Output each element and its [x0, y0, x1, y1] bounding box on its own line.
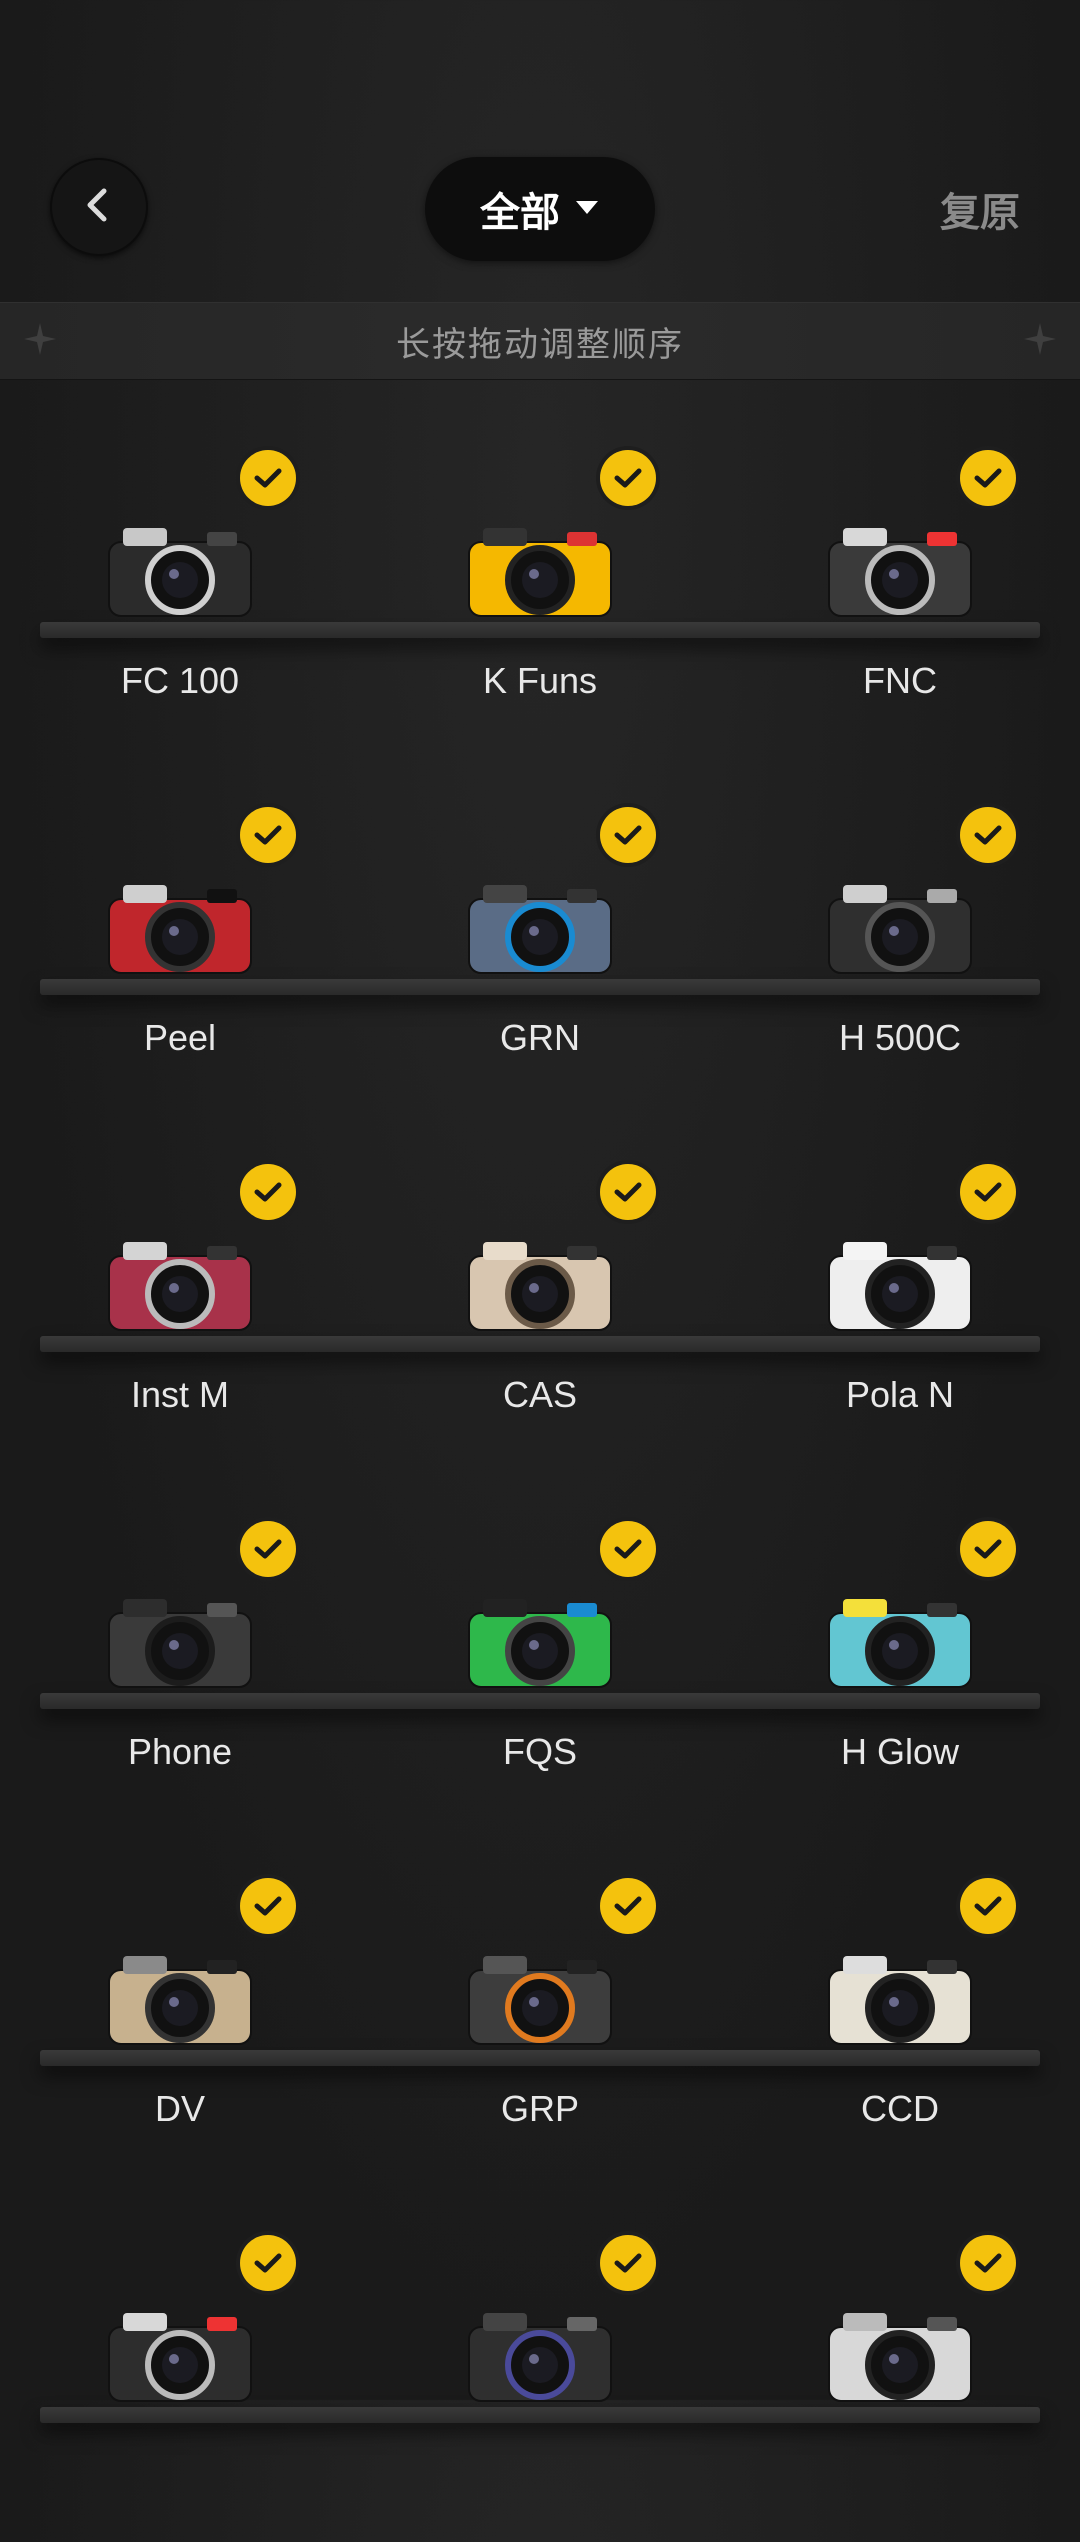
checkmark-icon[interactable]: [960, 807, 1016, 863]
camera-item[interactable]: FQS: [360, 1471, 720, 1828]
camera-item[interactable]: [360, 2185, 720, 2542]
camera-label: CCD: [861, 2088, 939, 2129]
checkmark-icon[interactable]: [240, 2235, 296, 2291]
camera-label: DV: [154, 2088, 205, 2129]
sparkle-icon: [1024, 323, 1056, 360]
checkmark-icon[interactable]: [240, 1521, 296, 1577]
checkmark-icon[interactable]: [240, 450, 296, 506]
chevron-left-icon: [79, 185, 119, 230]
filter-label: 全部: [480, 191, 560, 235]
checkmark-icon[interactable]: [600, 1878, 656, 1934]
camera-label: K Funs: [482, 660, 598, 701]
sparkle-icon: [24, 323, 56, 360]
camera-label: FC 100: [120, 660, 240, 701]
checkmark-icon[interactable]: [960, 450, 1016, 506]
camera-label: Peel: [143, 1017, 217, 1058]
checkmark-icon[interactable]: [960, 2235, 1016, 2291]
camera-label: FNC: [863, 660, 937, 701]
camera-row: Phone FQS H Glow: [0, 1471, 1080, 1828]
camera-label: FQS: [502, 1731, 577, 1772]
camera-item[interactable]: K Funs: [360, 400, 720, 757]
checkmark-icon[interactable]: [600, 1521, 656, 1577]
camera-item[interactable]: GRP: [360, 1828, 720, 2185]
camera-item[interactable]: FC 100: [0, 400, 360, 757]
checkmark-icon[interactable]: [960, 1878, 1016, 1934]
camera-item[interactable]: CAS: [360, 1114, 720, 1471]
camera-label: GRP: [500, 2088, 579, 2129]
camera-label: Phone: [127, 1731, 233, 1772]
checkmark-icon[interactable]: [600, 450, 656, 506]
camera-item[interactable]: Inst M: [0, 1114, 360, 1471]
camera-label: CAS: [502, 1374, 578, 1415]
checkmark-icon[interactable]: [600, 807, 656, 863]
top-bar: 全部 复原: [0, 0, 1080, 300]
camera-item[interactable]: Peel: [0, 757, 360, 1114]
camera-row: Inst M CAS Pola N: [0, 1114, 1080, 1471]
drag-hint-text: 长按拖动调整顺序: [396, 325, 684, 364]
camera-item[interactable]: [720, 2185, 1080, 2542]
camera-label: GRN: [500, 1017, 580, 1058]
camera-item[interactable]: CCD: [720, 1828, 1080, 2185]
camera-item[interactable]: FNC: [720, 400, 1080, 757]
camera-label: Pola N: [845, 1374, 955, 1415]
camera-item[interactable]: Phone: [0, 1471, 360, 1828]
drag-hint-banner: 长按拖动调整顺序: [0, 302, 1080, 380]
filter-dropdown[interactable]: 全部: [425, 157, 655, 261]
checkmark-icon[interactable]: [960, 1164, 1016, 1220]
checkmark-icon[interactable]: [600, 1164, 656, 1220]
camera-row: Peel GRN H 500C: [0, 757, 1080, 1114]
camera-item[interactable]: Pola N: [720, 1114, 1080, 1471]
checkmark-icon[interactable]: [600, 2235, 656, 2291]
camera-item[interactable]: H 500C: [720, 757, 1080, 1114]
camera-label: H 500C: [838, 1017, 962, 1058]
camera-label: Inst M: [130, 1374, 229, 1415]
reset-button[interactable]: 复原: [940, 180, 1020, 238]
camera-item[interactable]: GRN: [360, 757, 720, 1114]
camera-item[interactable]: DV: [0, 1828, 360, 2185]
back-button[interactable]: [50, 158, 148, 256]
checkmark-icon[interactable]: [240, 807, 296, 863]
camera-item[interactable]: [0, 2185, 360, 2542]
checkmark-icon[interactable]: [960, 1521, 1016, 1577]
camera-row: [0, 2185, 1080, 2542]
checkmark-icon[interactable]: [240, 1878, 296, 1934]
camera-grid: FC 100 K Funs FNC Peel GRN H 500C Inst M…: [0, 400, 1080, 2542]
camera-label: H Glow: [840, 1731, 960, 1772]
camera-row: DV GRP CCD: [0, 1828, 1080, 2185]
checkmark-icon[interactable]: [240, 1164, 296, 1220]
camera-row: FC 100 K Funs FNC: [0, 400, 1080, 757]
camera-item[interactable]: H Glow: [720, 1471, 1080, 1828]
caret-down-icon: [574, 198, 600, 221]
